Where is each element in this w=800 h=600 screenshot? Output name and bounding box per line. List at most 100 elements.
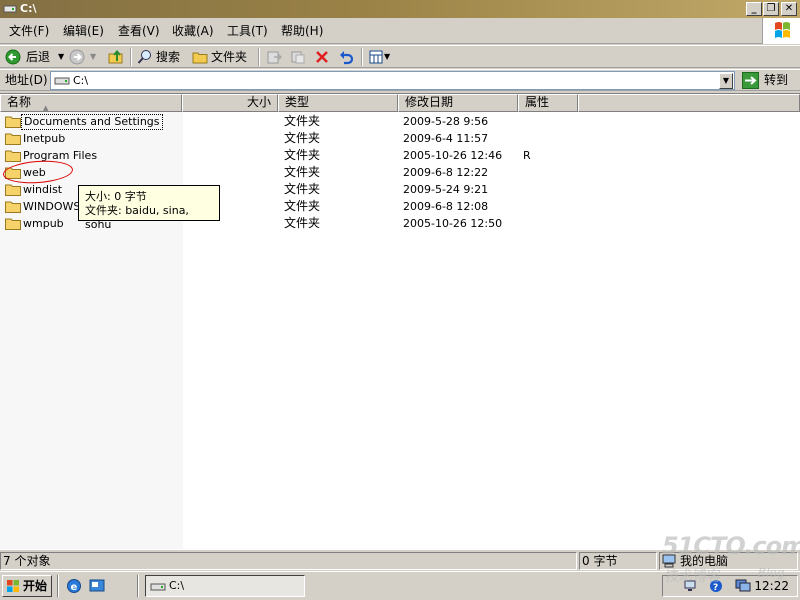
folder-up-icon xyxy=(108,49,123,64)
column-filler-header xyxy=(578,94,800,112)
row-name: Inetpub xyxy=(23,132,66,145)
menu-favorites[interactable]: 收藏(A) xyxy=(172,24,214,38)
column-name-header[interactable]: 名称 ▲ xyxy=(0,94,182,112)
row-modified: 2005-10-26 12:46 xyxy=(403,149,503,162)
row-modified: 2009-5-28 9:56 xyxy=(403,115,489,128)
menu-file[interactable]: 文件(F) xyxy=(9,24,49,38)
folder-icon xyxy=(5,133,21,145)
task-explorer-window[interactable]: C:\ xyxy=(145,575,305,597)
network-icon[interactable] xyxy=(683,579,697,593)
maximize-button[interactable]: ❐ xyxy=(763,2,779,16)
start-label: 开始 xyxy=(23,579,48,593)
folder-icon xyxy=(5,218,21,230)
task-label: C:\ xyxy=(169,579,185,592)
show-desktop-icon[interactable] xyxy=(89,578,105,594)
forward-dropdown-icon[interactable]: ▼ xyxy=(90,48,96,66)
taskbar-separator xyxy=(137,575,139,597)
views-button[interactable]: ▼ xyxy=(367,48,393,66)
taskbar-separator xyxy=(57,575,59,597)
forward-arrow-icon xyxy=(69,49,85,65)
row-type: 文件夹 xyxy=(284,199,321,213)
status-bar: 7 个对象 0 字节 我的电脑 xyxy=(0,549,800,571)
go-label: 转到 xyxy=(764,73,789,87)
drive-icon xyxy=(3,5,17,13)
table-row[interactable]: Program Files 文件夹 2005-10-26 12:46 R xyxy=(0,147,800,164)
internet-explorer-icon[interactable]: e xyxy=(66,578,82,594)
address-value: C:\ xyxy=(73,74,89,87)
row-type: 文件夹 xyxy=(284,216,321,230)
my-computer-icon xyxy=(662,554,676,568)
copy-to-icon xyxy=(291,51,305,64)
folders-icon xyxy=(192,52,208,64)
address-bar: 地址(D) C:\ ▼ 转到 xyxy=(0,69,800,91)
status-zone: 我的电脑 xyxy=(659,552,798,570)
copy-to-button[interactable] xyxy=(288,48,308,66)
menu-help[interactable]: 帮助(H) xyxy=(281,24,323,38)
svg-text:e: e xyxy=(71,582,78,593)
folders-label: 文件夹 xyxy=(211,50,248,64)
delete-x-icon xyxy=(316,51,328,63)
svg-text:?: ? xyxy=(713,583,718,593)
folder-icon xyxy=(5,150,21,162)
menu-edit[interactable]: 编辑(E) xyxy=(63,24,104,38)
back-button[interactable]: 后退 ▼ xyxy=(4,48,66,66)
views-icon xyxy=(369,50,383,64)
move-to-button[interactable] xyxy=(264,48,284,66)
table-row[interactable]: web 文件夹 2009-6-8 12:22 xyxy=(0,164,800,181)
address-label: 地址(D) xyxy=(5,73,48,87)
column-attributes-header[interactable]: 属性 xyxy=(518,94,578,112)
row-type: 文件夹 xyxy=(284,182,321,196)
search-icon xyxy=(137,50,151,64)
help-icon[interactable]: ? xyxy=(709,579,723,593)
table-row[interactable]: Documents and Settings 文件夹 2009-5-28 9:5… xyxy=(0,113,800,130)
row-type: 文件夹 xyxy=(284,165,321,179)
status-size-text: 0 字节 xyxy=(582,554,618,568)
window-title: C:\ xyxy=(20,2,37,15)
row-type: 文件夹 xyxy=(284,131,321,145)
toolbar-separator xyxy=(130,48,132,66)
address-input[interactable]: C:\ ▼ xyxy=(50,71,735,90)
toolbar-separator xyxy=(258,48,260,66)
delete-button[interactable] xyxy=(312,48,332,66)
column-size-label: 大小 xyxy=(246,95,271,109)
forward-button[interactable]: ▼ xyxy=(68,48,102,66)
status-size: 0 字节 xyxy=(579,552,657,570)
drive-icon xyxy=(54,77,70,85)
views-dropdown-icon[interactable]: ▼ xyxy=(384,48,390,66)
monitor-icon[interactable] xyxy=(735,579,751,593)
folders-button[interactable]: 文件夹 xyxy=(191,48,251,66)
row-modified: 2009-6-4 11:57 xyxy=(403,132,489,145)
move-to-icon xyxy=(267,51,282,64)
column-size-header[interactable]: 大小 xyxy=(182,94,278,112)
column-modified-label: 修改日期 xyxy=(405,95,454,109)
row-name: Documents and Settings xyxy=(21,114,163,130)
file-list: 名称 ▲ 大小 类型 修改日期 属性 Documents and Setting… xyxy=(0,93,800,549)
menu-tools[interactable]: 工具(T) xyxy=(227,24,268,38)
row-name: WINDOWS xyxy=(23,200,81,213)
column-type-label: 类型 xyxy=(285,95,310,109)
go-arrow-icon xyxy=(742,72,759,89)
folder-icon xyxy=(5,201,21,213)
up-button[interactable] xyxy=(106,48,128,66)
row-modified: 2009-6-8 12:22 xyxy=(403,166,489,179)
column-modified-header[interactable]: 修改日期 xyxy=(398,94,518,112)
search-button[interactable]: 搜索 xyxy=(136,48,186,66)
column-type-header[interactable]: 类型 xyxy=(278,94,398,112)
row-name: windist xyxy=(23,183,63,196)
table-row[interactable]: Inetpub 文件夹 2009-6-4 11:57 xyxy=(0,130,800,147)
column-attributes-label: 属性 xyxy=(525,95,550,109)
start-button[interactable]: 开始 xyxy=(2,575,52,597)
column-header: 名称 ▲ 大小 类型 修改日期 属性 xyxy=(0,94,800,112)
back-dropdown-icon[interactable]: ▼ xyxy=(58,48,64,66)
row-type: 文件夹 xyxy=(284,114,321,128)
close-button[interactable]: ✕ xyxy=(781,2,797,16)
toolbar-separator xyxy=(361,48,363,66)
undo-icon xyxy=(340,51,354,65)
row-modified: 2009-6-8 12:08 xyxy=(403,200,489,213)
undo-button[interactable] xyxy=(336,48,356,66)
minimize-button[interactable]: _ xyxy=(746,2,762,16)
toolbar: 后退 ▼ ▼ 搜索 文件夹 ▼ xyxy=(0,45,800,68)
address-dropdown-button[interactable]: ▼ xyxy=(719,73,733,89)
row-attr: R xyxy=(523,149,531,162)
menu-view[interactable]: 查看(V) xyxy=(118,24,160,38)
